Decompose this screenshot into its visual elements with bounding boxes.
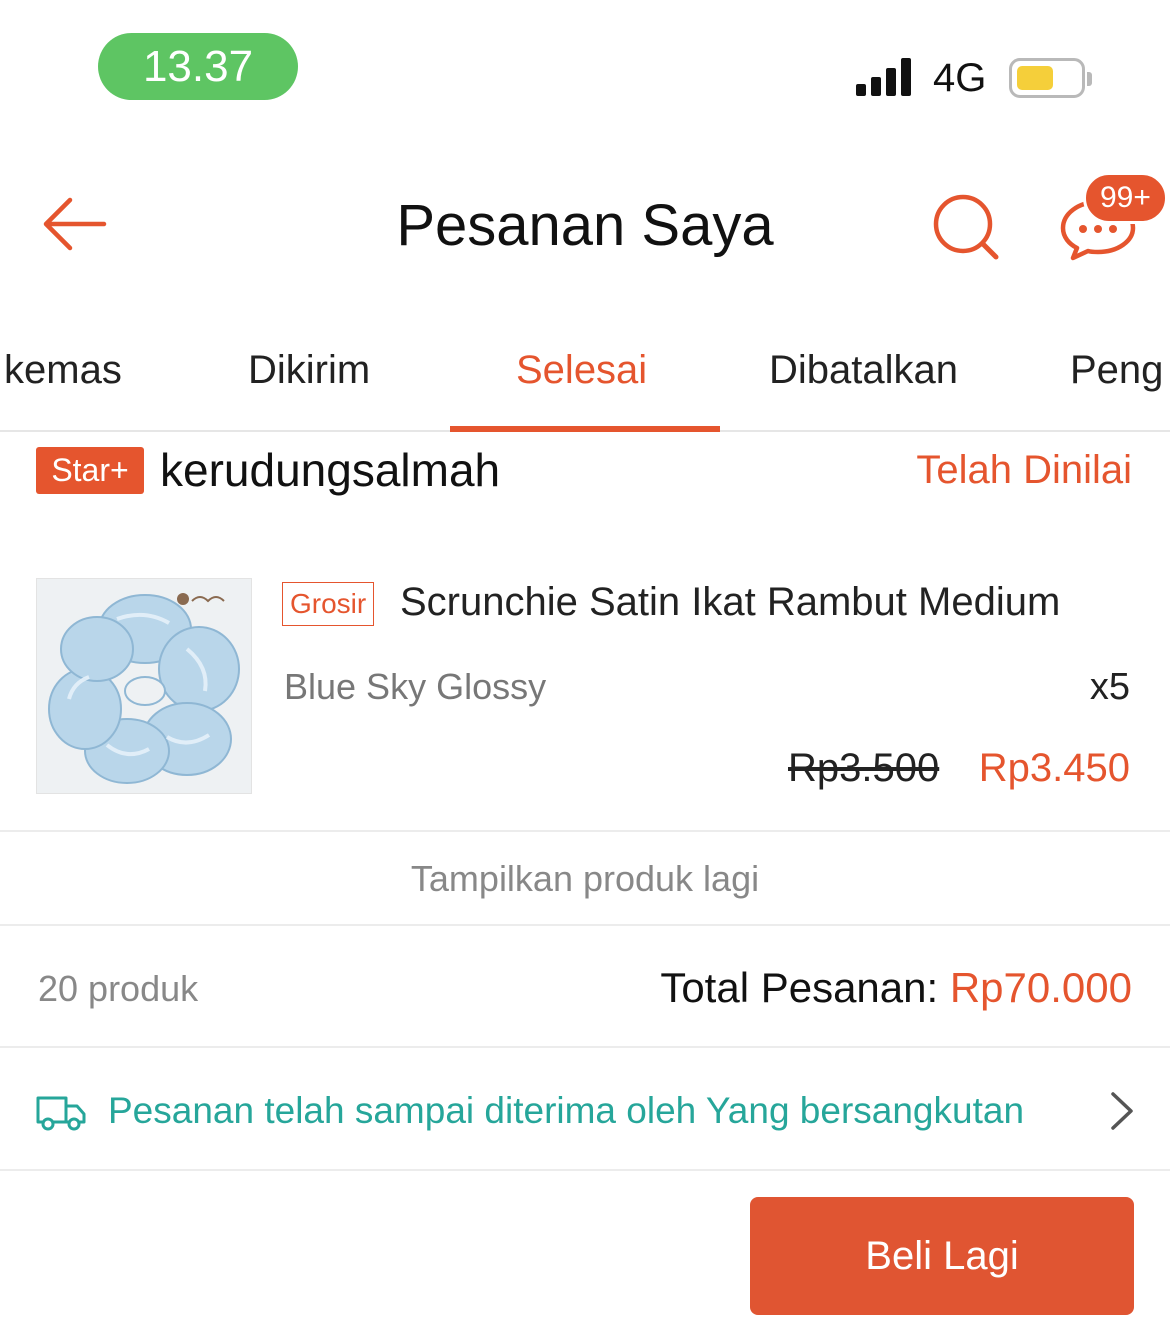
shipping-status-link[interactable]: Pesanan telah sampai diterima oleh Yang … <box>108 1090 1024 1132</box>
divider <box>0 924 1170 926</box>
order-total: Total Pesanan: Rp70.000 <box>660 964 1132 1012</box>
wholesale-tag: Grosir <box>282 582 375 626</box>
tab-pengembalian[interactable]: Peng <box>1070 348 1163 393</box>
search-button[interactable] <box>930 192 1002 262</box>
shop-name[interactable]: kerudungsalmah <box>160 443 500 497</box>
discounted-price: Rp3.450 <box>978 746 1130 790</box>
review-status: Telah Dinilai <box>916 448 1132 492</box>
chat-badge: 99+ <box>1083 172 1168 224</box>
status-time: 13.37 <box>98 33 298 100</box>
total-amount: Rp70.000 <box>949 964 1132 1011</box>
divider <box>0 830 1170 832</box>
signal-icon <box>856 58 916 96</box>
shop-badge: Star+ <box>36 447 144 494</box>
tab-dibatalkan[interactable]: Dibatalkan <box>769 348 958 393</box>
chevron-right-icon[interactable] <box>1104 1090 1138 1132</box>
show-more-products-link[interactable]: Tampilkan produk lagi <box>0 858 1170 900</box>
product-quantity: x5 <box>1089 666 1130 708</box>
network-type: 4G <box>933 56 987 100</box>
divider <box>0 1169 1170 1171</box>
item-count: 20 produk <box>38 968 199 1009</box>
divider <box>0 1046 1170 1048</box>
tab-selesai[interactable]: Selesai <box>516 348 647 393</box>
search-icon <box>933 194 999 260</box>
order-tabs: kemas Dikirim Selesai Dibatalkan Peng <box>0 330 1170 430</box>
battery-icon <box>1009 58 1092 98</box>
product-image[interactable] <box>36 578 252 794</box>
product-name[interactable]: Scrunchie Satin Ikat Rambut Medium <box>400 580 1060 625</box>
buy-again-button[interactable]: Beli Lagi <box>750 1197 1134 1315</box>
tab-dikirim[interactable]: Dikirim <box>248 348 370 393</box>
original-price: Rp3.500 <box>788 746 940 790</box>
product-variant: Blue Sky Glossy <box>284 666 547 707</box>
tab-dikemas[interactable]: kemas <box>4 348 122 393</box>
active-tab-indicator <box>450 426 720 432</box>
truck-icon <box>36 1092 86 1132</box>
total-label: Total Pesanan: <box>660 964 950 1011</box>
